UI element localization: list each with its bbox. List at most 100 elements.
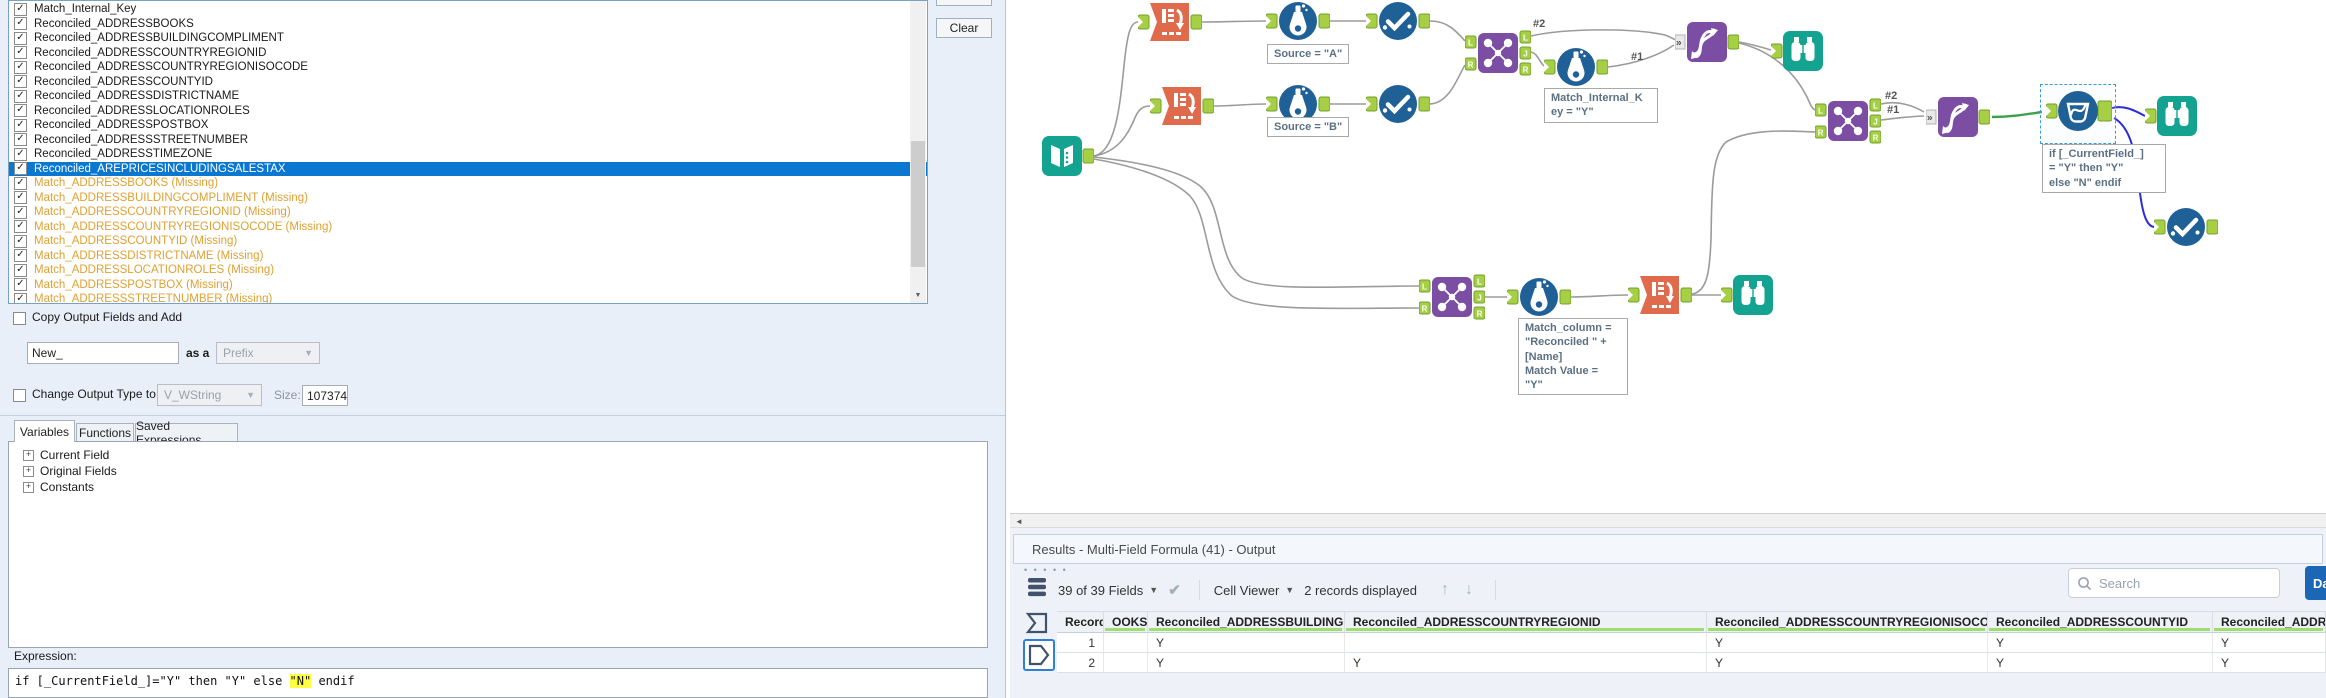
field-list-item[interactable]: ✓ Match_ADDRESSPOSTBOX (Missing) <box>9 278 927 293</box>
field-list-item[interactable]: ✓ Reconciled_ADDRESSCOUNTYID <box>9 75 927 90</box>
column-header[interactable]: OOKS <box>1104 611 1148 633</box>
field-list[interactable]: ✓ Match_Internal_Key ✓ Reconciled_ADDRES… <box>8 0 928 304</box>
table-cell[interactable]: 1 <box>1057 633 1104 653</box>
copy-output-checkbox[interactable] <box>13 312 26 325</box>
field-list-item[interactable]: ✓ Match_ADDRESSLOCATIONROLES (Missing) <box>9 263 927 278</box>
transpose-tool[interactable] <box>1628 273 1692 317</box>
tree-item[interactable]: + Original Fields <box>23 463 987 479</box>
field-checkbox[interactable]: ✓ <box>14 89 27 103</box>
arrow-down-icon[interactable]: ↓ <box>1465 581 1473 599</box>
field-list-item[interactable]: ✓ Match_ADDRESSCOUNTYID (Missing) <box>9 234 927 249</box>
field-list-item[interactable]: ✓ Match_ADDRESSCOUNTRYREGIONID (Missing) <box>9 205 927 220</box>
field-checkbox[interactable]: ✓ <box>14 17 27 31</box>
clear-button[interactable]: Clear <box>936 18 992 38</box>
scroll-left-icon[interactable]: ◄ <box>1012 515 1026 527</box>
arrow-up-icon[interactable]: ↑ <box>1441 581 1449 599</box>
field-checkbox[interactable]: ✓ <box>14 2 27 16</box>
canvas-horizontal-scrollbar[interactable]: ◄ <box>1010 513 2326 528</box>
chevron-down-icon[interactable]: ▼ <box>1285 585 1294 595</box>
field-checkbox[interactable]: ✓ <box>14 278 27 292</box>
scroll-down-icon[interactable]: ▼ <box>910 287 926 303</box>
table-cell[interactable]: Y <box>1148 653 1345 673</box>
expression-editor[interactable]: if [_CurrentField_]="Y" then "Y" else "N… <box>8 668 988 698</box>
cell-viewer-dropdown[interactable]: Cell Viewer <box>1214 583 1280 598</box>
transpose-tool[interactable] <box>1150 84 1214 128</box>
fields-summary-dropdown[interactable]: 39 of 39 Fields <box>1058 583 1143 598</box>
field-list-item[interactable]: ✓ Reconciled_ADDRESSPOSTBOX <box>9 118 927 133</box>
field-checkbox[interactable]: ✓ <box>14 205 27 219</box>
all-button[interactable] <box>936 0 992 6</box>
profile-view-icon[interactable] <box>1023 609 1051 637</box>
expand-icon[interactable]: + <box>23 481 34 493</box>
field-checkbox[interactable]: ✓ <box>14 31 27 45</box>
tab-saved-expressions[interactable]: Saved Expressions <box>135 419 238 447</box>
prefix-select[interactable]: Prefix ▼ <box>216 342 320 364</box>
field-checkbox[interactable]: ✓ <box>14 75 27 89</box>
field-list-item[interactable]: ✓ Reconciled_ADDRESSCOUNTRYREGIONISOCODE <box>9 60 927 75</box>
field-checkbox[interactable]: ✓ <box>14 147 27 161</box>
expand-icon[interactable]: + <box>23 465 34 477</box>
column-header[interactable]: Reconciled_ADDRESSCOUNTRYREGIONID <box>1345 611 1707 633</box>
field-list-scrollbar[interactable]: ▼ <box>910 1 926 303</box>
table-row[interactable]: 1YYYY <box>1057 633 2326 653</box>
table-view-icon[interactable] <box>1023 573 1051 601</box>
field-list-item[interactable]: ✓ Match_ADDRESSBOOKS (Missing) <box>9 176 927 191</box>
column-header[interactable]: Record <box>1057 611 1104 633</box>
field-list-item[interactable]: ✓ Reconciled_ADDRESSBUILDINGCOMPLIMENT <box>9 31 927 46</box>
annotation-mff-expression[interactable]: if [_CurrentField_] = "Y" then "Y" else … <box>2042 144 2166 193</box>
field-checkbox[interactable]: ✓ <box>14 133 27 147</box>
table-cell[interactable]: Y <box>1345 653 1707 673</box>
field-list-item[interactable]: ✓ Match_ADDRESSSTREETNUMBER (Missing) <box>9 292 927 303</box>
join-tool[interactable] <box>1465 30 1531 76</box>
join-tool[interactable] <box>1815 98 1881 144</box>
field-list-item[interactable]: ✓ Reconciled_AREPRICESINCLUDINGSALESTAX <box>9 161 927 176</box>
expand-icon[interactable]: + <box>23 449 34 461</box>
browse-tool[interactable] <box>2145 94 2209 138</box>
field-checkbox[interactable]: ✓ <box>14 60 27 74</box>
table-cell[interactable] <box>1104 653 1148 673</box>
table-cell[interactable]: Y <box>2213 653 2326 673</box>
chevron-down-icon[interactable]: ▼ <box>1149 585 1158 595</box>
table-cell[interactable]: Y <box>1707 633 1988 653</box>
input-data-tool[interactable] <box>1030 134 1094 178</box>
table-cell[interactable]: Y <box>1988 633 2213 653</box>
table-cell[interactable]: Y <box>1988 653 2213 673</box>
field-checkbox[interactable]: ✓ <box>14 176 27 190</box>
annotation-match-column[interactable]: Match_column = "Reconciled " + [Name] Ma… <box>1518 318 1628 396</box>
field-checkbox[interactable]: ✓ <box>14 46 27 60</box>
field-list-item[interactable]: ✓ Match_ADDRESSDISTRICTNAME (Missing) <box>9 249 927 264</box>
field-checkbox[interactable]: ✓ <box>14 191 27 205</box>
browse-tool[interactable] <box>1771 29 1835 73</box>
transpose-tool[interactable] <box>1138 0 1202 44</box>
union-tool[interactable] <box>1926 95 1990 139</box>
table-cell[interactable] <box>1104 633 1148 653</box>
formula-tool[interactable] <box>1544 45 1608 89</box>
search-input[interactable]: Search <box>2068 568 2280 598</box>
union-tool[interactable] <box>1675 20 1739 64</box>
field-checkbox[interactable]: ✓ <box>14 220 27 234</box>
column-header[interactable]: Reconciled_ADDRESSCOUNTRYREGIONISOCO... <box>1707 611 1988 633</box>
join-tool[interactable] <box>1419 274 1485 320</box>
table-cell[interactable]: Y <box>1707 653 1988 673</box>
workflow-canvas[interactable]: Source = "A" Source = "B" Match_Internal… <box>1010 0 2326 513</box>
multi-field-formula-tool[interactable] <box>2046 89 2112 133</box>
select-tool[interactable] <box>1366 0 1430 43</box>
field-list-item[interactable]: ✓ Reconciled_ADDRESSBOOKS <box>9 17 927 32</box>
tree-item[interactable]: + Constants <box>23 479 987 495</box>
field-list-item[interactable]: ✓ Match_Internal_Key <box>9 2 927 17</box>
variables-tree[interactable]: + Current Field + Original Fields + Cons… <box>8 441 988 648</box>
annotation-match-internal-key[interactable]: Match_Internal_K ey = "Y" <box>1544 88 1658 123</box>
field-list-item[interactable]: ✓ Reconciled_ADDRESSDISTRICTNAME <box>9 89 927 104</box>
table-cell[interactable]: Y <box>2213 633 2326 653</box>
data-button[interactable]: Da <box>2305 566 2326 600</box>
change-type-checkbox[interactable] <box>13 389 26 402</box>
annotation-source-b[interactable]: Source = "B" <box>1267 117 1350 138</box>
new-field-input[interactable]: New_ <box>27 342 179 364</box>
field-checkbox[interactable]: ✓ <box>14 292 27 303</box>
field-checkbox[interactable]: ✓ <box>14 249 27 263</box>
formula-tool[interactable] <box>1266 0 1330 43</box>
column-header[interactable]: Reconciled_ADDRESSBUILDINGCOMPLIMENT <box>1148 611 1345 633</box>
column-header[interactable]: Reconciled_ADDRESSCOUNTYID <box>1988 611 2213 633</box>
field-checkbox[interactable]: ✓ <box>14 118 27 132</box>
tab-functions[interactable]: Functions <box>76 423 134 442</box>
